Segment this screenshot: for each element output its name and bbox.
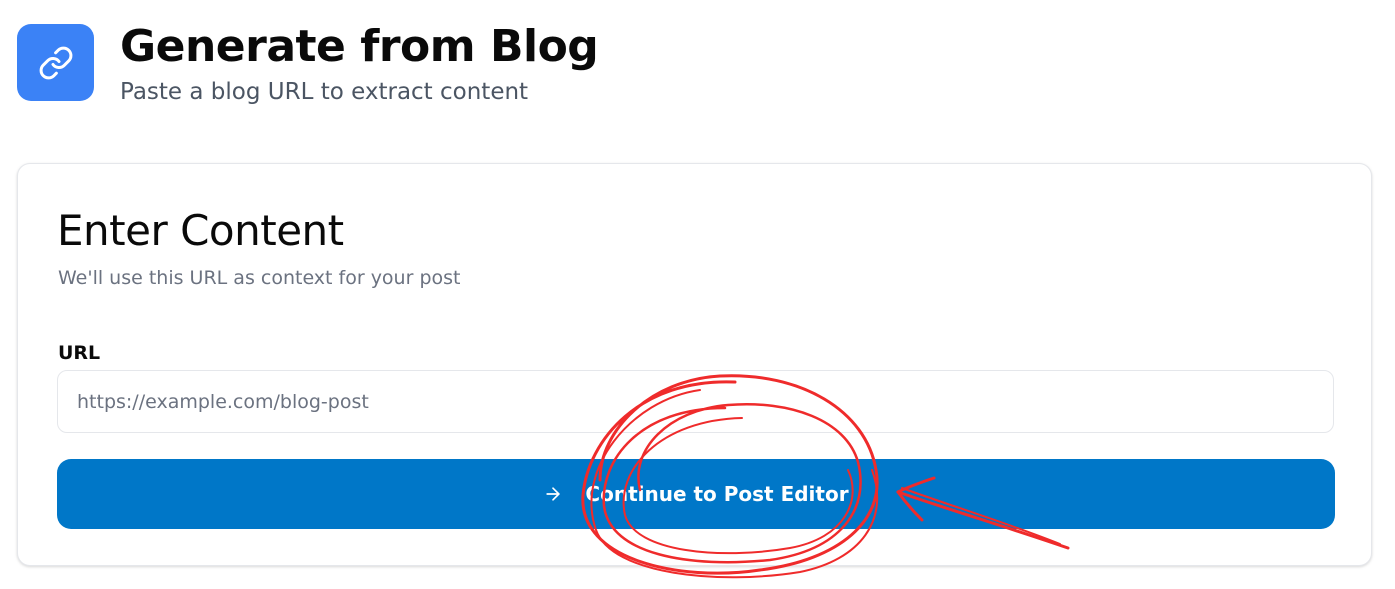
page-subtitle: Paste a blog URL to extract content [120,79,529,105]
continue-to-post-editor-button[interactable]: Continue to Post Editor [57,459,1335,529]
page-header: Generate from Blog Paste a blog URL to e… [17,21,599,107]
link-icon [39,46,72,79]
continue-button-label: Continue to Post Editor [585,482,849,506]
url-label: URL [58,342,101,364]
header-text: Generate from Blog Paste a blog URL to e… [120,21,599,107]
content-card: Enter Content We'll use this URL as cont… [17,163,1372,566]
arrow-right-icon [543,484,563,504]
card-title: Enter Content [57,206,344,255]
url-input[interactable] [57,370,1334,433]
page-title: Generate from Blog [120,21,599,72]
header-icon-badge [17,24,94,101]
card-description: We'll use this URL as context for your p… [58,267,461,289]
